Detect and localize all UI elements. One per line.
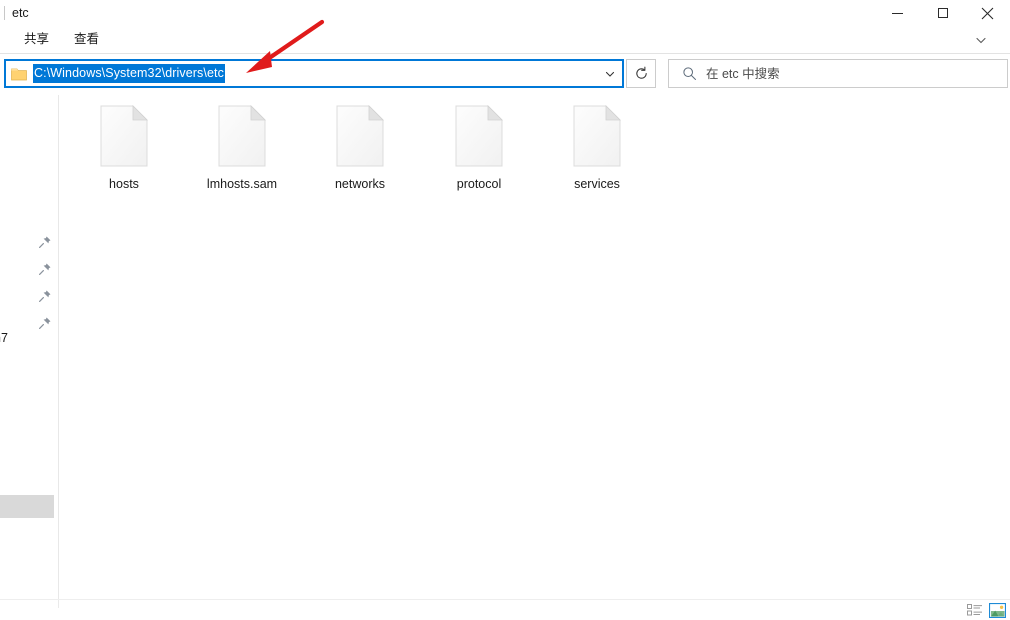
address-dropdown-chevron-down-icon[interactable] — [602, 66, 618, 82]
file-item[interactable]: lmhosts.sam — [183, 105, 301, 192]
file-list[interactable]: hosts lmhosts.sam networks protocol serv… — [59, 95, 1010, 600]
blank-file-icon — [336, 105, 384, 167]
pin-icon[interactable] — [38, 235, 52, 249]
window-controls — [875, 0, 1010, 26]
details-view-button[interactable] — [966, 602, 984, 618]
window-title: etc — [12, 6, 29, 20]
blank-file-icon — [100, 105, 148, 167]
details-view-icon — [967, 604, 982, 616]
large-icons-view-icon — [988, 602, 1006, 618]
navigation-pane-clipped-label: n7 — [0, 331, 8, 345]
tab-view[interactable]: 查看 — [74, 29, 99, 49]
file-name: hosts — [109, 177, 139, 191]
tab-share[interactable]: 共享 — [24, 29, 49, 49]
file-name: services — [574, 177, 620, 191]
navigation-pane-scroll-thumb[interactable] — [0, 495, 54, 518]
minimize-button[interactable] — [875, 0, 920, 26]
navigation-pane[interactable]: n7 — [0, 95, 58, 600]
search-input-placeholder[interactable]: 在 etc 中搜索 — [706, 66, 780, 82]
close-icon — [981, 7, 994, 19]
file-name: lmhosts.sam — [206, 177, 278, 191]
file-item[interactable]: networks — [301, 105, 419, 192]
search-box[interactable]: 在 etc 中搜索 — [668, 59, 1008, 88]
close-button[interactable] — [965, 0, 1010, 26]
status-bar-divider — [58, 600, 59, 608]
pin-icon[interactable] — [38, 262, 52, 276]
folder-icon — [11, 68, 27, 80]
blank-file-icon — [455, 105, 503, 167]
chevron-down-icon — [976, 37, 986, 44]
refresh-button[interactable] — [626, 59, 656, 88]
file-name: networks — [334, 177, 386, 191]
maximize-icon — [937, 8, 948, 18]
status-bar — [0, 599, 1010, 620]
ribbon-tab-row: 共享 查看 — [0, 26, 1010, 71]
file-item[interactable]: hosts — [65, 105, 183, 192]
pin-icon[interactable] — [38, 289, 52, 303]
maximize-button[interactable] — [920, 0, 965, 26]
minimize-icon — [892, 12, 903, 14]
navigation-bar: C:\Windows\System32\drivers\etc 在 etc 中搜… — [0, 54, 1010, 94]
file-item[interactable]: protocol — [420, 105, 538, 192]
blank-file-icon — [573, 105, 621, 167]
address-bar[interactable]: C:\Windows\System32\drivers\etc — [4, 59, 624, 88]
blank-file-icon — [218, 105, 266, 167]
pin-icon[interactable] — [38, 316, 52, 330]
title-bar: etc — [0, 0, 1010, 26]
file-item[interactable]: services — [538, 105, 656, 192]
large-icons-view-button[interactable] — [988, 602, 1006, 618]
view-mode-buttons — [966, 602, 1006, 618]
search-icon — [683, 67, 696, 80]
ribbon-expand-button[interactable] — [974, 33, 988, 47]
refresh-icon — [635, 66, 647, 79]
title-separator — [4, 6, 5, 20]
file-name: protocol — [456, 177, 502, 191]
address-bar-text[interactable]: C:\Windows\System32\drivers\etc — [33, 64, 225, 83]
